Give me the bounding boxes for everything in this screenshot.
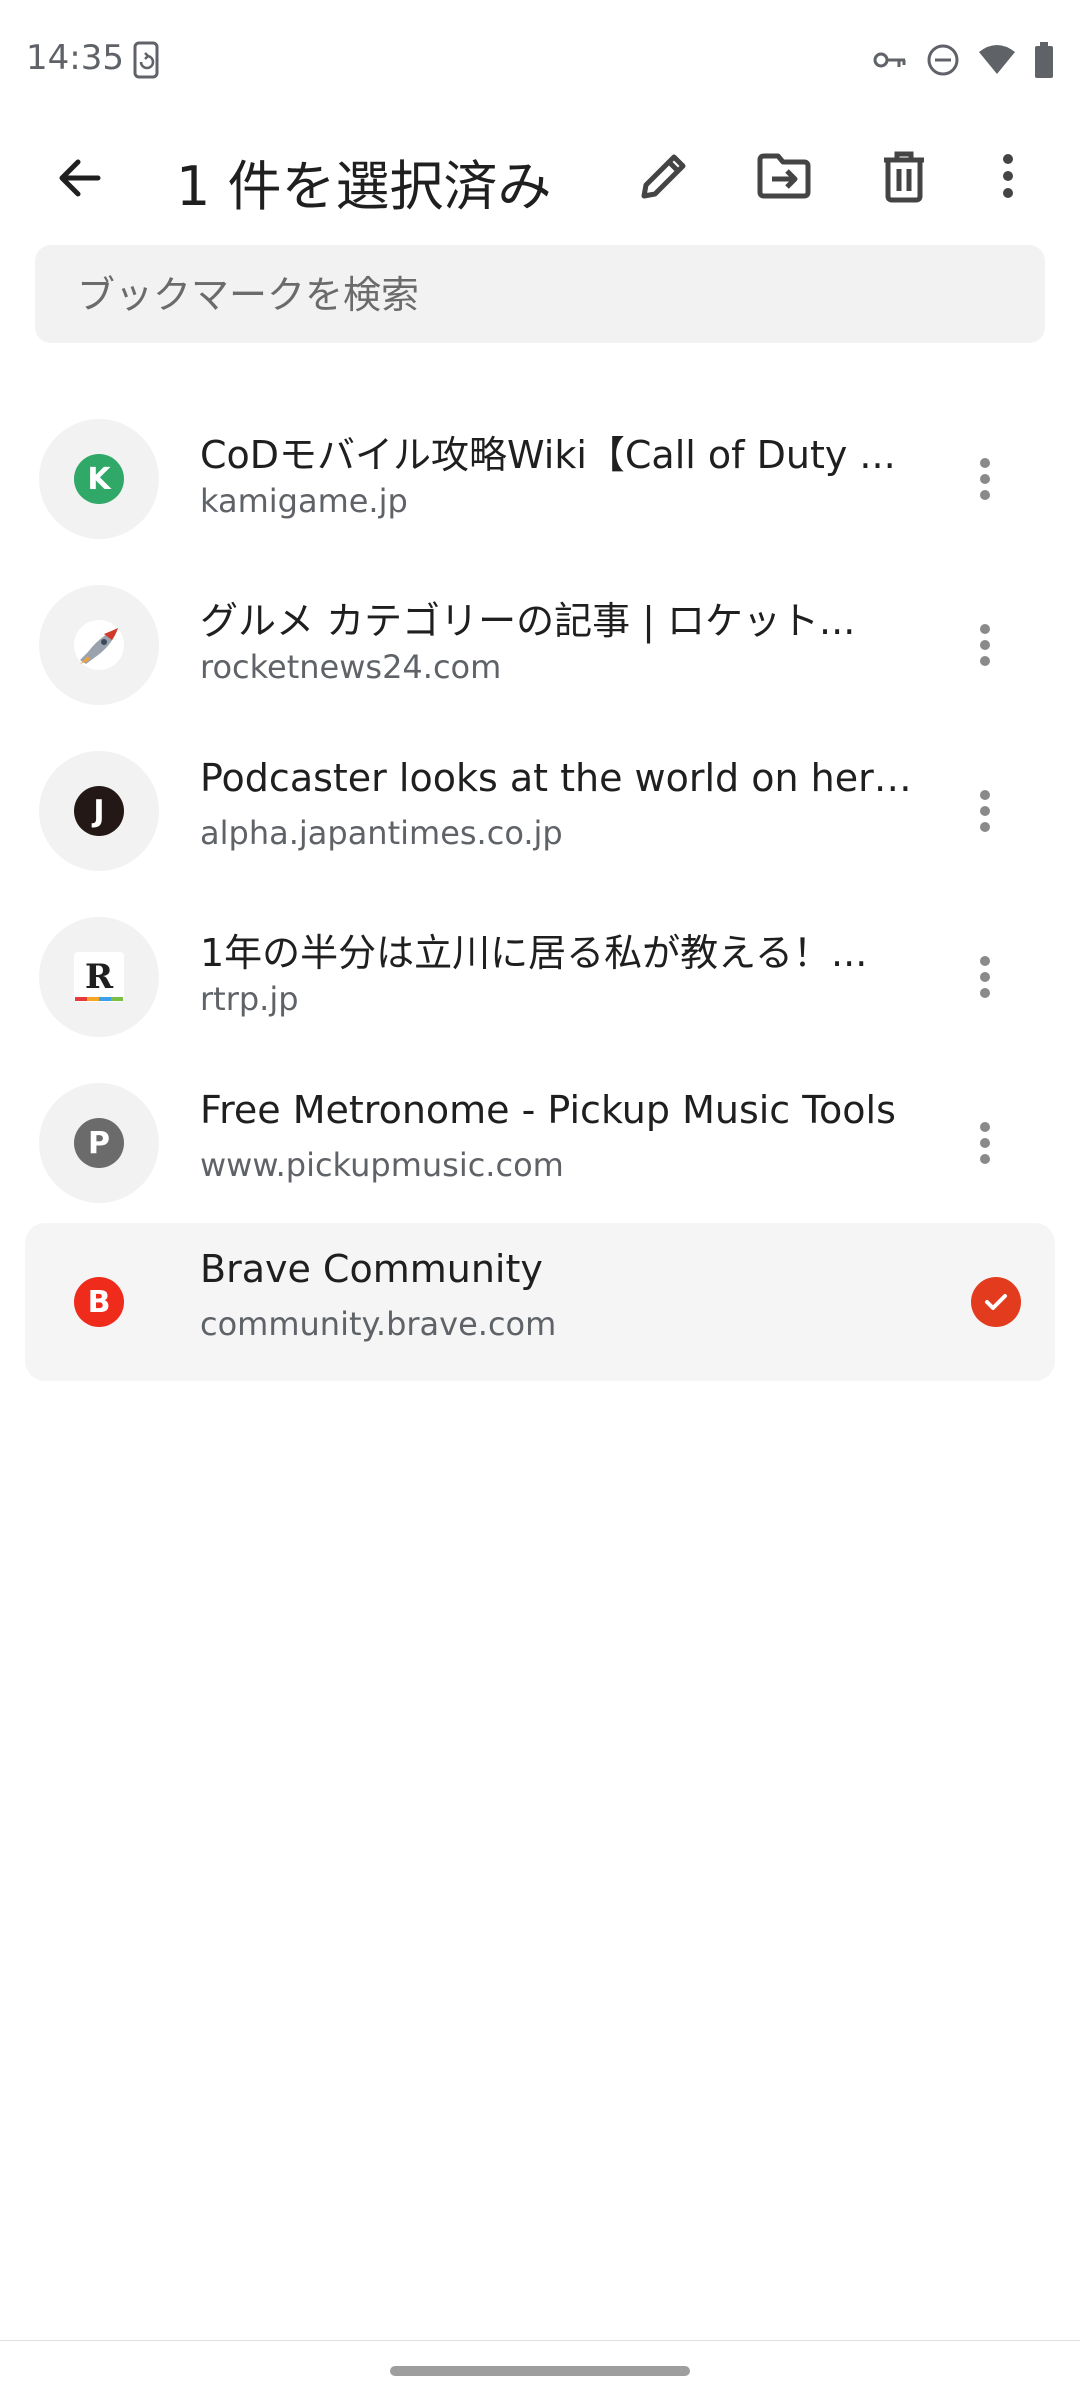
- bookmark-title: Podcaster looks at the world on her ...: [200, 756, 920, 800]
- bookmark-url: www.pickupmusic.com: [200, 1146, 564, 1184]
- bookmark-menu-button[interactable]: [955, 1113, 1015, 1173]
- more-vert-icon: [980, 1122, 990, 1164]
- bookmark-url: alpha.japantimes.co.jp: [200, 814, 563, 852]
- bookmark-row[interactable]: J Podcaster looks at the world on her ..…: [25, 732, 1055, 890]
- more-vert-icon: [980, 790, 990, 832]
- page-title: 1 件を選択済み: [176, 155, 552, 218]
- favicon-letter: P: [88, 1125, 110, 1161]
- gesture-nav-handle[interactable]: [390, 2366, 690, 2376]
- bookmark-title: CoDモバイル攻略Wiki【Call of Duty ...: [200, 433, 896, 477]
- more-options-button[interactable]: [978, 146, 1038, 206]
- bookmark-menu-button[interactable]: [955, 449, 1015, 509]
- favicon-container: J: [39, 751, 159, 871]
- back-button[interactable]: [50, 148, 110, 208]
- battery-icon: [1034, 42, 1054, 78]
- favicon-r: R: [74, 952, 124, 1002]
- nav-divider: [0, 2340, 1080, 2341]
- bookmark-title: 1年の半分は立川に居る私が教える！...: [200, 931, 868, 975]
- wifi-icon: [978, 44, 1016, 76]
- favicon-container: [39, 585, 159, 705]
- search-box: [35, 245, 1045, 345]
- bookmark-menu-button[interactable]: [955, 947, 1015, 1007]
- favicon-container: B: [39, 1242, 159, 1362]
- pencil-icon: [641, 154, 686, 199]
- bookmark-row-selected[interactable]: B Brave Community community.brave.com: [25, 1223, 1055, 1381]
- favicon-color-strip: [75, 997, 123, 1001]
- more-vert-icon: [1003, 154, 1013, 198]
- do-not-disturb-icon: [926, 43, 960, 77]
- favicon-j: J: [74, 786, 124, 836]
- favicon-k: K: [74, 454, 124, 504]
- bookmark-url: rocketnews24.com: [200, 648, 502, 686]
- move-to-folder-button[interactable]: [754, 146, 814, 206]
- favicon-container: R: [39, 917, 159, 1037]
- more-vert-icon: [980, 624, 990, 666]
- search-input[interactable]: [75, 245, 1019, 345]
- favicon-p: P: [74, 1118, 124, 1168]
- status-icons: [872, 40, 1054, 80]
- trash-icon: [884, 151, 924, 203]
- top-app-bar: 1 件を選択済み: [0, 120, 1080, 232]
- screen: 14:35 1 件を選択済み ブックマークを検索 K CoDモバイル攻略Wiki…: [0, 0, 1080, 2400]
- vpn-key-icon: [872, 48, 908, 72]
- rocket-icon: [74, 620, 124, 670]
- bookmark-title: Free Metronome - Pickup Music Tools: [200, 1088, 896, 1132]
- status-time: 14:35: [26, 38, 124, 78]
- favicon-container: K: [39, 419, 159, 539]
- favicon-container: P: [39, 1083, 159, 1203]
- favicon-letter: K: [87, 461, 111, 497]
- bookmark-row[interactable]: P Free Metronome - Pickup Music Tools ww…: [25, 1064, 1055, 1222]
- favicon-letter: B: [87, 1284, 111, 1320]
- favicon-letter: J: [93, 793, 105, 829]
- bookmark-menu-button[interactable]: [955, 615, 1015, 675]
- bookmark-title: Brave Community: [200, 1247, 543, 1291]
- bookmark-menu-button[interactable]: [955, 781, 1015, 841]
- more-vert-icon: [980, 956, 990, 998]
- status-bar: 14:35: [0, 0, 1080, 120]
- bookmark-url: kamigame.jp: [200, 482, 408, 520]
- bookmark-url: community.brave.com: [200, 1305, 557, 1343]
- bookmark-row[interactable]: グルメ カテゴリーの記事 | ロケット... rocketnews24.com: [25, 566, 1055, 724]
- edit-button[interactable]: [634, 146, 694, 206]
- more-vert-icon: [980, 458, 990, 500]
- favicon-b: B: [74, 1277, 124, 1327]
- arrow-back-icon: [59, 159, 101, 197]
- bookmark-row[interactable]: K CoDモバイル攻略Wiki【Call of Duty ... kamigam…: [25, 400, 1055, 558]
- delete-button[interactable]: [874, 146, 934, 206]
- bookmark-url: rtrp.jp: [200, 980, 299, 1018]
- bookmark-title: グルメ カテゴリーの記事 | ロケット...: [200, 599, 856, 643]
- selected-check-icon[interactable]: [971, 1277, 1021, 1327]
- favicon-letter: R: [84, 957, 114, 997]
- bookmark-row[interactable]: R 1年の半分は立川に居る私が教える！... rtrp.jp: [25, 898, 1055, 1056]
- screen-rotate-icon: [130, 40, 166, 80]
- folder-move-icon: [757, 153, 811, 199]
